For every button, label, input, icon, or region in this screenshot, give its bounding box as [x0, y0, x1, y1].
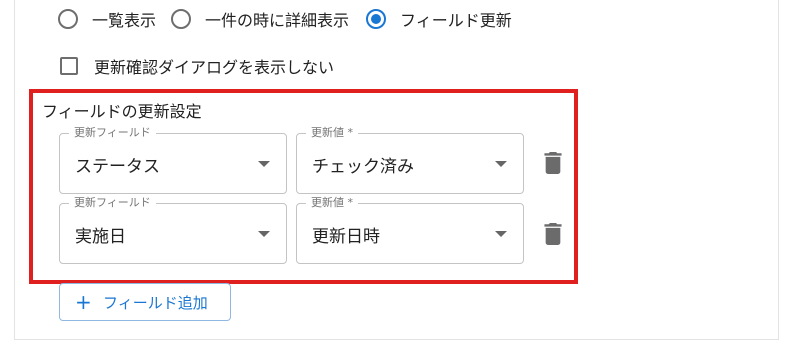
chevron-down-icon[interactable]	[258, 161, 270, 167]
confirm-dialog-checkbox[interactable]	[60, 57, 78, 75]
radio-label-list-view: 一覧表示	[92, 11, 157, 30]
update-field-select[interactable]: 更新フィールド ステータス	[59, 126, 287, 194]
trash-icon[interactable]	[543, 152, 563, 174]
radio-button-unchecked[interactable]	[171, 9, 192, 29]
add-field-button[interactable]: + フィールド追加	[59, 283, 231, 321]
update-field-label: 更新フィールド	[69, 196, 156, 210]
update-field-value: 実施日	[75, 227, 126, 247]
update-field-select[interactable]: 更新フィールド 実施日	[59, 196, 287, 264]
chevron-down-icon[interactable]	[495, 161, 507, 167]
add-field-label: フィールド追加	[103, 293, 208, 312]
confirm-dialog-checkbox-row[interactable]: 更新確認ダイアログを表示しない	[60, 55, 334, 77]
update-field-label: 更新フィールド	[69, 126, 156, 140]
update-field-value: ステータス	[75, 157, 160, 177]
update-value-select[interactable]: 更新値 * 更新日時	[296, 196, 524, 264]
chevron-down-icon[interactable]	[495, 231, 507, 237]
radio-label-detail-view: 一件の時に詳細表示	[205, 11, 350, 30]
chevron-down-icon[interactable]	[258, 231, 270, 237]
radio-option-field-update[interactable]: フィールド更新	[366, 7, 512, 31]
plus-icon: +	[75, 290, 92, 314]
radio-option-list-view[interactable]: 一覧表示	[58, 7, 156, 31]
update-value-label: 更新値 *	[306, 196, 358, 210]
update-value-value: チェック済み	[312, 157, 414, 177]
trash-icon[interactable]	[543, 223, 563, 245]
display-mode-radio-group: 一覧表示 一件の時に詳細表示 フィールド更新	[58, 7, 512, 31]
radio-button-checked[interactable]	[366, 9, 387, 29]
radio-label-field-update: フィールド更新	[400, 11, 512, 30]
radio-option-detail-view[interactable]: 一件の時に詳細表示	[171, 7, 349, 31]
update-value-select[interactable]: 更新値 * チェック済み	[296, 126, 524, 194]
confirm-dialog-label: 更新確認ダイアログを表示しない	[94, 58, 335, 77]
update-value-label: 更新値 *	[306, 126, 358, 140]
radio-button-unchecked[interactable]	[58, 9, 78, 29]
update-value-value: 更新日時	[312, 227, 380, 247]
field-update-section-title: フィールドの更新設定	[42, 102, 202, 121]
